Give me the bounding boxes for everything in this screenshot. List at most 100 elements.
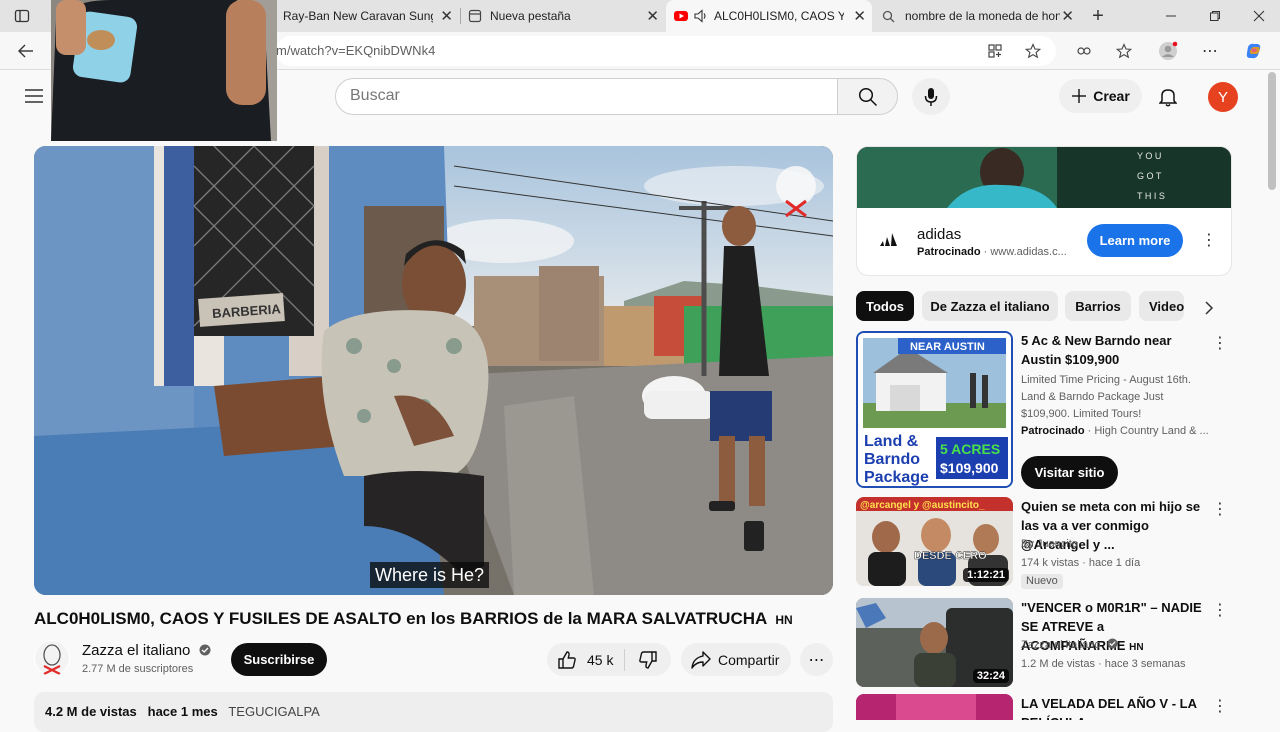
tab-label: ALC0H0LISM0, CAOS Y FUS xyxy=(714,9,844,23)
more-vertical-icon[interactable]: ⋮ xyxy=(1212,696,1228,716)
search-icon xyxy=(858,87,877,106)
ad-sponsor-line: Patrocinado · www.adidas.c... xyxy=(917,246,1067,258)
verified-check-icon xyxy=(1107,638,1118,649)
video-duration: 32:24 xyxy=(972,669,1009,683)
chip-from-channel[interactable]: De Zazza el italiano xyxy=(922,291,1058,321)
more-vertical-icon[interactable]: ⋮ xyxy=(1212,499,1228,519)
channel-name[interactable]: Zazza el italiano xyxy=(82,642,211,659)
rec-channel[interactable]: By Juancito xyxy=(1021,536,1211,553)
advertiser-name: High Country Land & ... xyxy=(1094,425,1209,437)
chip-barrios[interactable]: Barrios xyxy=(1065,291,1131,321)
favorite-star-icon[interactable] xyxy=(1022,40,1044,62)
chip-all[interactable]: Todos xyxy=(856,291,914,321)
copilot-icon[interactable] xyxy=(1243,40,1265,62)
adidas-logo-icon xyxy=(880,233,897,246)
view-count: 4.2 M de vistas xyxy=(45,704,137,719)
hamburger-menu-icon[interactable] xyxy=(23,85,45,107)
rec-channel-text: Zazza el italiano xyxy=(1021,639,1101,651)
close-icon[interactable]: ✕ xyxy=(440,7,453,25)
recommendation-ad[interactable]: NEAR AUSTIN Land & Barndo Package 5 ACRES … xyxy=(856,331,1232,491)
ad-more-icon[interactable]: ⋮ xyxy=(1201,230,1217,250)
youtube-search-box xyxy=(335,78,838,115)
recommendation-video[interactable]: @arcangel y @austincito_ DESDE CERO 1:12… xyxy=(856,497,1232,589)
search-input[interactable] xyxy=(350,87,820,105)
youtube-favicon-icon xyxy=(674,11,688,21)
description-box[interactable]: 4.2 M de vistas hace 1 mes TEGUCIGALPA xyxy=(34,692,833,732)
video-frame: BARBERIA xyxy=(34,146,833,595)
maximize-icon[interactable] xyxy=(1204,5,1226,27)
back-arrow-icon[interactable] xyxy=(15,40,37,62)
search-button[interactable] xyxy=(837,78,898,115)
barndo-thumbnail-image: NEAR AUSTIN Land & Barndo Package 5 ACRES … xyxy=(858,333,1011,486)
sidebar-toggle-icon[interactable] xyxy=(11,5,33,27)
url-text: m/watch?v=EKQnibDWNk4 xyxy=(276,43,436,58)
description-meta: 4.2 M de vistas hace 1 mes TEGUCIGALPA xyxy=(45,704,320,719)
webcam-overlay xyxy=(51,0,277,141)
verified-check-icon xyxy=(199,644,211,656)
minimize-icon[interactable] xyxy=(1160,5,1182,27)
new-tab-button[interactable]: + xyxy=(1087,5,1109,27)
window-close-icon[interactable] xyxy=(1248,5,1270,27)
rec-title[interactable]: LA VELADA DEL AÑO V - LA PELÍCULA xyxy=(1021,694,1206,720)
video-thumbnail[interactable]: @arcangel y @austincito_ DESDE CERO 1:12… xyxy=(856,497,1013,586)
close-icon[interactable]: ✕ xyxy=(646,7,659,25)
tab-rayban[interactable]: Ray-Ban New Caravan Sunglas ✕ xyxy=(277,0,459,32)
chevron-right-icon[interactable] xyxy=(1198,297,1220,319)
like-count: 45 k xyxy=(587,651,614,668)
voice-search-button[interactable] xyxy=(912,78,950,115)
webcam-image xyxy=(51,0,277,141)
tab-new-tab[interactable]: Nueva pestaña ✕ xyxy=(462,0,665,32)
tab-label: nombre de la moneda de hon xyxy=(905,9,1060,23)
share-button[interactable]: Compartir xyxy=(681,643,791,676)
speaker-icon[interactable] xyxy=(694,9,708,23)
video-player[interactable]: BARBERIA xyxy=(34,146,833,595)
subscribe-button[interactable]: Suscribirse xyxy=(231,643,327,676)
video-thumbnail[interactable]: 32:24 xyxy=(856,598,1013,687)
channel-logo-icon xyxy=(35,641,69,675)
profile-icon[interactable] xyxy=(1157,40,1179,62)
tab-label: Nueva pestaña xyxy=(490,9,571,23)
near-austin-badge: NEAR AUSTIN xyxy=(910,341,985,353)
favorites-icon[interactable] xyxy=(1113,40,1135,62)
address-bar[interactable]: m/watch?v=EKQnibDWNk4 xyxy=(276,36,1056,66)
close-icon[interactable]: ✕ xyxy=(1061,7,1074,25)
notifications-bell-icon[interactable] xyxy=(1157,86,1179,108)
dislike-button[interactable] xyxy=(625,650,671,670)
ad-banner[interactable]: Y O U G O T T H I S xyxy=(857,147,1231,208)
create-button[interactable]: Crear xyxy=(1059,79,1142,113)
rec-channel[interactable]: Zazza el italiano xyxy=(1021,637,1211,654)
more-vertical-icon[interactable]: ⋮ xyxy=(1212,333,1228,353)
ad-banner-line-3: T H I S xyxy=(1137,191,1165,201)
learn-more-button[interactable]: Learn more xyxy=(1087,224,1183,257)
more-vertical-icon[interactable]: ⋮ xyxy=(1212,600,1228,620)
microphone-icon xyxy=(924,87,938,106)
like-button[interactable]: 45 k xyxy=(547,648,625,671)
recommendation-video[interactable]: 32:24 "VENCER o M0R1R" – NADIE SE ATREVE… xyxy=(856,598,1232,688)
rec-stats: 1.2 M de vistas · hace 3 semanas xyxy=(1021,658,1186,670)
extensions-icon[interactable] xyxy=(1073,40,1095,62)
app-grid-icon[interactable] xyxy=(984,40,1006,62)
ad-thumbnail[interactable]: NEAR AUSTIN Land & Barndo Package 5 ACRES … xyxy=(856,331,1013,488)
publish-date: hace 1 mes xyxy=(147,704,218,719)
more-actions-button[interactable]: ⋯ xyxy=(800,643,833,676)
sponsored-label: Patrocinado xyxy=(917,246,981,258)
thumbs-down-icon xyxy=(639,650,657,669)
create-label: Crear xyxy=(1093,88,1130,104)
video-thumbnail[interactable] xyxy=(856,694,1013,720)
ad-card[interactable]: Y O U G O T T H I S adidas Patrocinado ·… xyxy=(856,146,1232,276)
location-tag[interactable]: TEGUCIGALPA xyxy=(228,704,320,719)
recommendation-video[interactable]: LA VELADA DEL AÑO V - LA PELÍCULA ⋮ xyxy=(856,694,1232,720)
tab-youtube-active[interactable]: ALC0H0LISM0, CAOS Y FUS ✕ xyxy=(666,0,872,32)
visit-site-button[interactable]: Visitar sitio xyxy=(1021,456,1118,489)
share-label: Compartir xyxy=(718,651,780,668)
menu-more-icon[interactable]: ⋯ xyxy=(1199,40,1221,62)
close-icon[interactable]: ✕ xyxy=(853,7,866,25)
channel-avatar[interactable] xyxy=(34,640,70,676)
chip-video[interactable]: Video xyxy=(1139,291,1184,321)
tab-search[interactable]: nombre de la moneda de hon ✕ xyxy=(876,0,1080,32)
ad-banner-line-1: Y O U xyxy=(1137,151,1161,161)
page-scrollbar[interactable] xyxy=(1268,72,1276,190)
rec-title[interactable]: 5 Ac & New Barndo near Austin $109,900 xyxy=(1021,331,1211,369)
rec-stats: 174 k vistas · hace 1 día xyxy=(1021,557,1141,569)
account-avatar[interactable]: Y xyxy=(1208,82,1238,112)
